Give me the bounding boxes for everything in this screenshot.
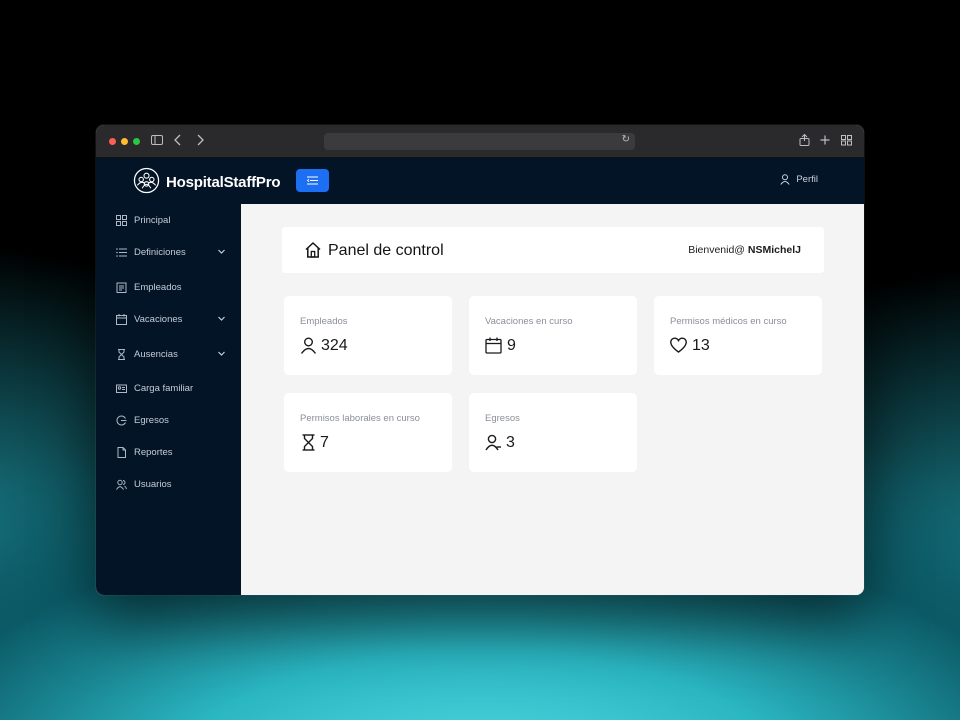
sidebar-item-egresos[interactable]: Egresos xyxy=(96,409,241,433)
user-icon xyxy=(780,174,790,185)
sidebar-item-label: Carga familiar xyxy=(134,383,194,394)
top-navbar: HospitalStaffPro Perfil xyxy=(96,158,864,204)
profile-label: Perfil xyxy=(796,174,818,185)
sidebar-toggle-button[interactable] xyxy=(296,169,329,192)
welcome-message: Bienvenid@ NSMichelJ xyxy=(688,244,801,256)
home-icon xyxy=(305,242,321,258)
stat-value: 3 xyxy=(506,434,515,451)
browser-window: ↻ HospitalStaffPro Perfil Principal Defi… xyxy=(96,125,864,595)
users-icon xyxy=(116,479,127,490)
app-root: HospitalStaffPro Perfil Principal Defini… xyxy=(96,158,864,595)
maximize-window-button[interactable] xyxy=(133,138,140,145)
sidebar: Principal Definiciones Empleados Vacacio… xyxy=(96,204,241,595)
sidebar-item-reportes[interactable]: Reportes xyxy=(96,441,241,465)
stat-label: Egresos xyxy=(485,413,520,424)
sidebar-item-usuarios[interactable]: Usuarios xyxy=(96,473,241,497)
sidebar-item-empleados[interactable]: Empleados xyxy=(96,276,241,300)
address-bar[interactable]: ↻ xyxy=(324,133,635,150)
hourglass-icon xyxy=(118,349,125,360)
welcome-prefix: Bienvenid@ xyxy=(688,244,745,256)
stat-card-permisos-medicos[interactable]: Permisos médicos en curso 13 xyxy=(654,296,822,375)
sidebar-item-label: Egresos xyxy=(134,415,169,426)
minimize-window-button[interactable] xyxy=(121,138,128,145)
menu-toggle-icon xyxy=(307,176,318,185)
profile-link[interactable]: Perfil xyxy=(780,174,818,185)
sidebar-item-label: Ausencias xyxy=(134,349,178,360)
hourglass-icon xyxy=(302,434,315,451)
back-icon[interactable] xyxy=(174,134,182,149)
sidebar-item-definiciones[interactable]: Definiciones xyxy=(96,241,241,265)
share-icon[interactable] xyxy=(799,133,810,149)
brand-name[interactable]: HospitalStaffPro xyxy=(166,174,281,191)
heart-icon xyxy=(670,337,687,353)
stat-card-permisos-laborales[interactable]: Permisos laborales en curso 7 xyxy=(284,393,452,472)
sidebar-item-label: Usuarios xyxy=(134,479,172,490)
stat-card-vacaciones[interactable]: Vacaciones en curso 9 xyxy=(469,296,637,375)
sidebar-item-label: Principal xyxy=(134,215,171,226)
sidebar-item-label: Empleados xyxy=(134,282,182,293)
tab-overview-icon[interactable] xyxy=(841,134,852,149)
user-icon xyxy=(300,337,317,354)
main-content: Panel de control Bienvenid@ NSMichelJ Em… xyxy=(241,204,864,595)
close-window-button[interactable] xyxy=(109,138,116,145)
stat-label: Permisos laborales en curso xyxy=(300,413,420,424)
id-card-icon xyxy=(116,384,127,393)
hospital-staff-logo-icon[interactable] xyxy=(133,167,160,194)
new-tab-icon[interactable] xyxy=(820,134,830,149)
stat-card-empleados[interactable]: Empleados 324 xyxy=(284,296,452,375)
calendar-icon xyxy=(485,337,502,354)
chevron-down-icon[interactable] xyxy=(217,349,226,358)
stat-label: Vacaciones en curso xyxy=(485,316,573,327)
sidebar-toggle-icon[interactable] xyxy=(151,134,163,149)
sidebar-item-label: Definiciones xyxy=(134,247,186,258)
user-minus-icon xyxy=(485,434,501,451)
stat-label: Permisos médicos en curso xyxy=(670,316,787,327)
sidebar-item-label: Reportes xyxy=(134,447,173,458)
chevron-down-icon[interactable] xyxy=(217,314,226,323)
stat-label: Empleados xyxy=(300,316,348,327)
forward-icon[interactable] xyxy=(196,134,204,149)
sidebar-item-vacaciones[interactable]: Vacaciones xyxy=(96,308,241,332)
page-title: Panel de control xyxy=(328,242,444,259)
reload-icon[interactable]: ↻ xyxy=(622,134,630,145)
clipboard-icon xyxy=(116,282,127,293)
sidebar-item-label: Vacaciones xyxy=(134,314,183,325)
username: NSMichelJ xyxy=(747,244,801,256)
dashboard-header: Panel de control Bienvenid@ NSMichelJ xyxy=(282,227,824,273)
stat-value: 7 xyxy=(320,434,329,451)
stat-value: 324 xyxy=(321,337,348,354)
file-icon xyxy=(117,447,126,458)
exit-icon xyxy=(116,415,127,426)
stat-value: 13 xyxy=(692,337,710,354)
sidebar-item-ausencias[interactable]: Ausencias xyxy=(96,343,241,367)
stat-value: 9 xyxy=(507,337,516,354)
list-icon xyxy=(116,248,127,257)
sidebar-item-principal[interactable]: Principal xyxy=(96,209,241,233)
stat-card-egresos[interactable]: Egresos 3 xyxy=(469,393,637,472)
chevron-down-icon[interactable] xyxy=(217,247,226,256)
grid-icon xyxy=(116,215,127,226)
sidebar-item-carga-familiar[interactable]: Carga familiar xyxy=(96,377,241,401)
browser-toolbar: ↻ xyxy=(96,125,864,158)
calendar-icon xyxy=(116,314,127,325)
